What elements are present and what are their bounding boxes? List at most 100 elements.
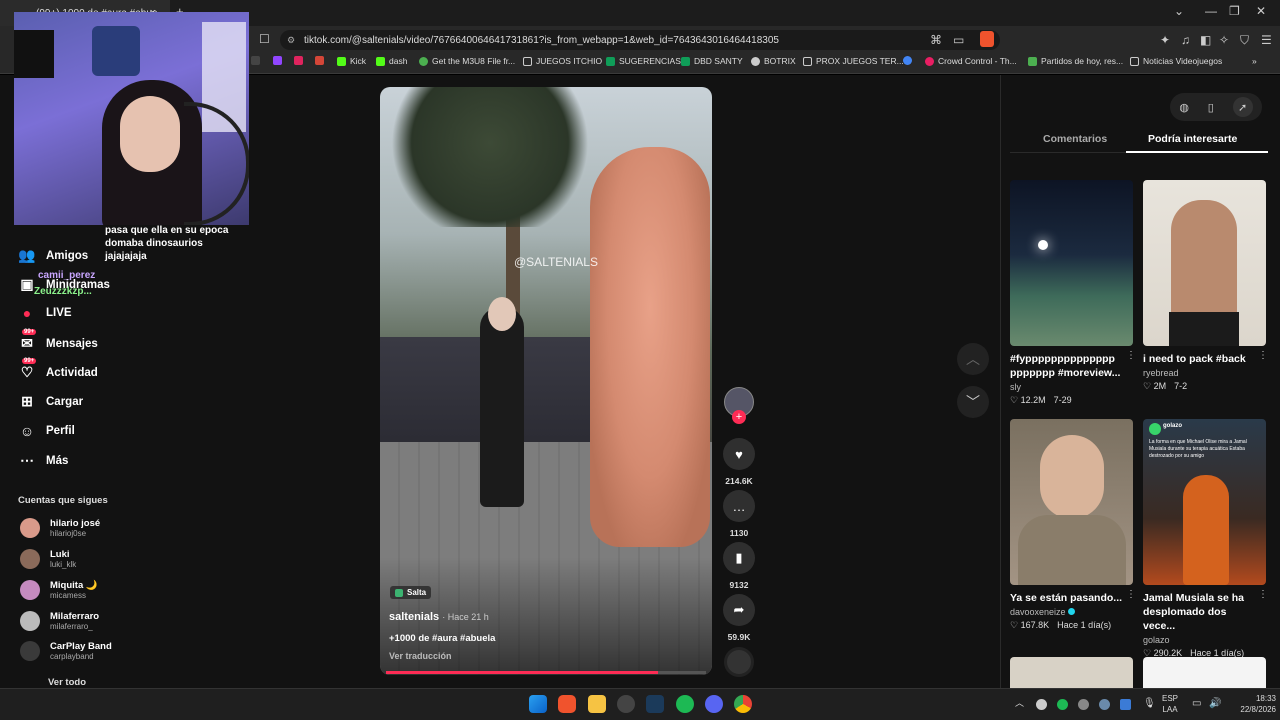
extensions-icon[interactable]: ✦	[1160, 33, 1170, 47]
translate-link[interactable]: Ver traducción	[389, 651, 452, 661]
bookmark-gmail[interactable]	[315, 56, 324, 65]
device-icon[interactable]: ▯	[1208, 101, 1214, 114]
network-icon[interactable]: ▭	[1192, 698, 1201, 709]
see-all-link[interactable]: Ver todo	[48, 677, 86, 688]
bookmark-kick[interactable]: Kick	[337, 56, 366, 66]
prev-video-button[interactable]: ︿	[957, 343, 989, 375]
url-bar[interactable]: ⚙ tiktok.com/@saltenials/video/767664006…	[280, 30, 1000, 50]
obs-icon[interactable]	[617, 695, 635, 713]
tray-obs-icon[interactable]	[1078, 699, 1089, 710]
bookmark-crowd-control[interactable]: Crowd Control - Th...	[925, 56, 1017, 66]
tray-discord-icon[interactable]	[1036, 699, 1047, 710]
volume-icon[interactable]: 🔊	[1209, 698, 1221, 709]
sidebar-item-amigos[interactable]: 👥 Amigos	[18, 247, 88, 264]
account-name: hilario josé	[50, 518, 101, 529]
following-account[interactable]: Miquita 🌙 micamess	[20, 580, 98, 600]
card-more-icon[interactable]: ⋮	[1126, 350, 1136, 361]
thumb-overlay-text: La forma en que Michael Olise mira a Jam…	[1149, 439, 1247, 459]
share-button[interactable]: ➦ 59.9K	[722, 594, 756, 642]
follow-plus-icon[interactable]: +	[732, 410, 746, 424]
spotify-icon[interactable]	[676, 695, 694, 713]
card-more-icon[interactable]: ⋮	[1258, 589, 1268, 600]
discord-icon[interactable]	[705, 695, 723, 713]
next-video-button[interactable]: ﹀	[957, 386, 989, 418]
clock[interactable]: 18:33 22/8/2026	[1228, 693, 1276, 715]
location-label: Salta	[407, 588, 427, 597]
following-account[interactable]: Luki luki_klk	[20, 549, 76, 569]
bookmark-noticias[interactable]: Noticias Videojuegos	[1130, 56, 1222, 66]
music-disc-icon[interactable]	[724, 647, 754, 677]
tray-vpn-icon[interactable]	[1120, 699, 1131, 710]
tab-search-icon[interactable]: ⌄	[1174, 4, 1184, 18]
bookmark-twitch[interactable]	[273, 56, 282, 65]
video-player[interactable]: @SALTENIALS Salta saltenials · Hace 21 h…	[380, 87, 712, 675]
active-tab-underline	[1126, 151, 1268, 153]
bookmark-prox-juegos[interactable]: PROX JUEGOS TER...	[803, 56, 904, 66]
bookmark-dash[interactable]: dash	[376, 56, 407, 66]
tray-overflow-icon[interactable]: ︿	[1015, 698, 1024, 709]
suggestion-card-1[interactable]: #fypppppppppppppp ppppppp #moreview... s…	[1010, 180, 1133, 406]
bookmark-x[interactable]	[251, 56, 260, 65]
author-avatar-button[interactable]: +	[722, 387, 756, 424]
bookmark-botrix[interactable]: BOTRIX	[751, 56, 796, 66]
language-indicator[interactable]: ESP LAA	[1162, 693, 1178, 715]
file-explorer-icon[interactable]	[588, 695, 606, 713]
suggestion-card-5-partial[interactable]	[1010, 657, 1133, 688]
bookmark-icon: ▮	[723, 542, 755, 574]
translate-icon[interactable]: ⌘	[930, 33, 942, 47]
save-button[interactable]: ▮ 9132	[722, 542, 756, 590]
media-icon[interactable]: ♫	[1181, 33, 1190, 47]
bookmark-m3u8[interactable]: Get the M3U8 File fr...	[419, 56, 515, 66]
comment-button[interactable]: … 1130	[722, 490, 756, 538]
maximize-button[interactable]: ❐	[1229, 4, 1240, 18]
chrome-icon[interactable]	[734, 695, 752, 713]
site-info-icon[interactable]: ⚙	[287, 35, 295, 46]
tray-steam-icon[interactable]	[1099, 699, 1110, 710]
bookmark-dbd[interactable]: DBD SANTY	[681, 56, 743, 66]
tab-comments[interactable]: Comentarios	[1043, 133, 1107, 145]
tab-suggestions[interactable]: Podría interesarte	[1148, 133, 1237, 145]
bookmarks-overflow-icon[interactable]: »	[1252, 56, 1257, 66]
following-account[interactable]: CarPlay Band carplayband	[20, 641, 112, 661]
vpn-icon[interactable]: ⛉	[1240, 33, 1249, 48]
close-window-button[interactable]: ✕	[1256, 4, 1266, 18]
suggestion-card-2[interactable]: i need to pack #back ryebread ♡ 2M 7-2	[1143, 180, 1266, 392]
location-tag[interactable]: Salta	[390, 586, 432, 599]
bookmark-sugerencias[interactable]: SUGERENCIAS	[606, 56, 681, 66]
bookmark-page-icon[interactable]: ☐	[259, 32, 270, 46]
like-button[interactable]: ♥ 214.6K	[722, 438, 756, 486]
bookmark-itchio[interactable]: JUEGOS ITCHIO	[523, 56, 602, 66]
bookmark-partidos[interactable]: Partidos de hoy, res...	[1028, 56, 1123, 66]
video-author[interactable]: saltenials	[389, 611, 439, 623]
windows-start-icon[interactable]	[529, 695, 547, 713]
card-user: golazo	[1143, 635, 1170, 645]
wallet-icon[interactable]: ✧	[1219, 33, 1229, 47]
following-account[interactable]: hilario josé hilarioj0se	[20, 518, 100, 538]
menu-icon[interactable]: ☰	[1261, 33, 1272, 47]
suggestion-card-3[interactable]: Ya se están pasando... davooxeneize ♡ 16…	[1010, 419, 1133, 631]
card-more-icon[interactable]: ⋮	[1126, 589, 1136, 600]
tray-spotify-icon[interactable]	[1057, 699, 1068, 710]
sidebar-item-live[interactable]: ● LIVE	[18, 305, 72, 321]
brave-shield-icon[interactable]	[980, 31, 994, 47]
sidebar-item-actividad[interactable]: ♡ 99+ Actividad	[18, 358, 98, 381]
bookmark-google[interactable]	[903, 56, 912, 65]
tray-mic-icon[interactable]: 🎙	[1143, 698, 1156, 709]
steam-icon[interactable]	[646, 695, 664, 713]
speed-icon[interactable]: ◍	[1179, 101, 1189, 114]
following-account[interactable]: Milaferraro milaferraro_	[20, 611, 99, 631]
brave-browser-icon[interactable]	[558, 695, 576, 713]
cast-icon[interactable]: ▭	[953, 33, 964, 47]
bookmark-bolt[interactable]	[294, 56, 303, 65]
suggestion-card-6-partial[interactable]	[1143, 657, 1266, 688]
sidebar-toggle-icon[interactable]: ◧	[1200, 33, 1211, 47]
sidebar-item-cargar[interactable]: ⊞ Cargar	[18, 393, 83, 410]
card-more-icon[interactable]: ⋮	[1258, 350, 1268, 361]
suggestion-card-4[interactable]: golazo La forma en que Michael Olise mir…	[1143, 419, 1266, 659]
sidebar-item-perfil[interactable]: ☺ Perfil	[18, 423, 75, 439]
sidebar-item-más[interactable]: ⋯ Más	[18, 452, 68, 469]
sidebar-item-mensajes[interactable]: ✉ 99+ Mensajes	[18, 329, 98, 352]
minimize-button[interactable]: —	[1205, 4, 1217, 18]
compass-icon[interactable]: ➚	[1232, 97, 1253, 117]
chat-user-3: Zeuzzzkzp...	[34, 286, 92, 297]
